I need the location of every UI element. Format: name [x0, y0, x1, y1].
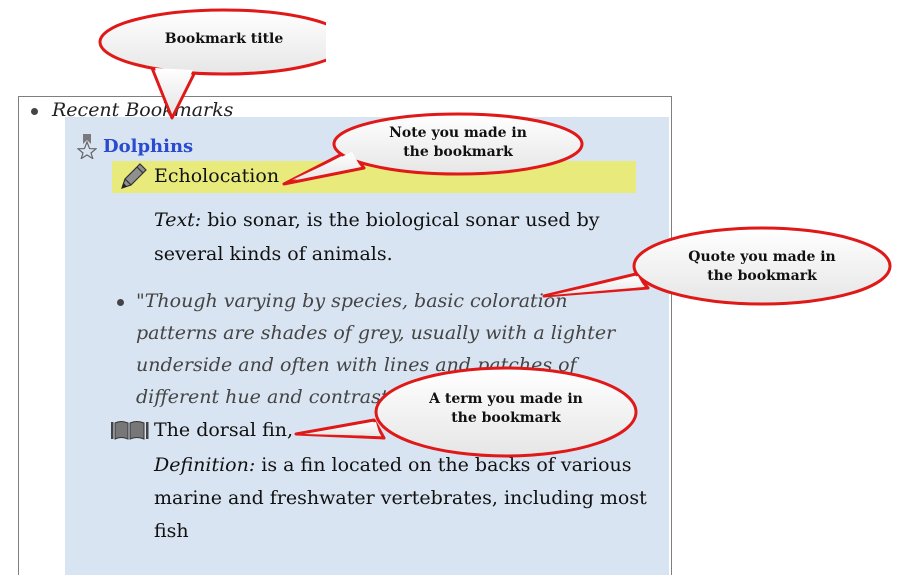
- note-text-label: Text:: [154, 209, 202, 231]
- term-title: The dorsal fin,: [154, 419, 294, 441]
- bookmark-star-icon: [76, 134, 98, 160]
- callout-term: A term you made in the bookmark: [292, 362, 644, 472]
- callout-line-1: Quote you made in: [688, 249, 836, 265]
- note-title: Echolocation: [154, 165, 280, 187]
- bookmark-item-dolphins[interactable]: Dolphins: [76, 133, 193, 160]
- pencil-icon: [121, 163, 147, 189]
- callout-line-2: the bookmark: [451, 410, 561, 426]
- callout-quote: Quote you made in the bookmark: [540, 220, 896, 310]
- callout-bookmark-title: Bookmark title: [96, 6, 326, 126]
- term-definition-label: Definition:: [154, 454, 256, 476]
- callout-line-1: A term you made in: [429, 391, 583, 407]
- book-icon: [111, 421, 149, 440]
- term-item[interactable]: The dorsal fin,: [110, 419, 293, 441]
- callout-text: Note you made in the bookmark: [370, 124, 546, 162]
- callout-line-2: the bookmark: [707, 268, 817, 284]
- callout-text: Quote you made in the bookmark: [674, 248, 850, 286]
- callout-text: A term you made in the bookmark: [418, 390, 594, 428]
- callout-line-1: Note you made in: [389, 125, 527, 141]
- callout-line-2: the bookmark: [403, 144, 513, 160]
- note-text-value: bio sonar, is the biological sonar used …: [154, 209, 600, 265]
- bookmark-title[interactable]: Dolphins: [103, 136, 193, 157]
- bullet-icon: [117, 299, 124, 306]
- callout-text: Bookmark title: [164, 31, 284, 47]
- bullet-icon: [31, 107, 38, 115]
- callout-note: Note you made in the bookmark: [280, 110, 592, 190]
- speech-bubble-shape: [98, 8, 326, 120]
